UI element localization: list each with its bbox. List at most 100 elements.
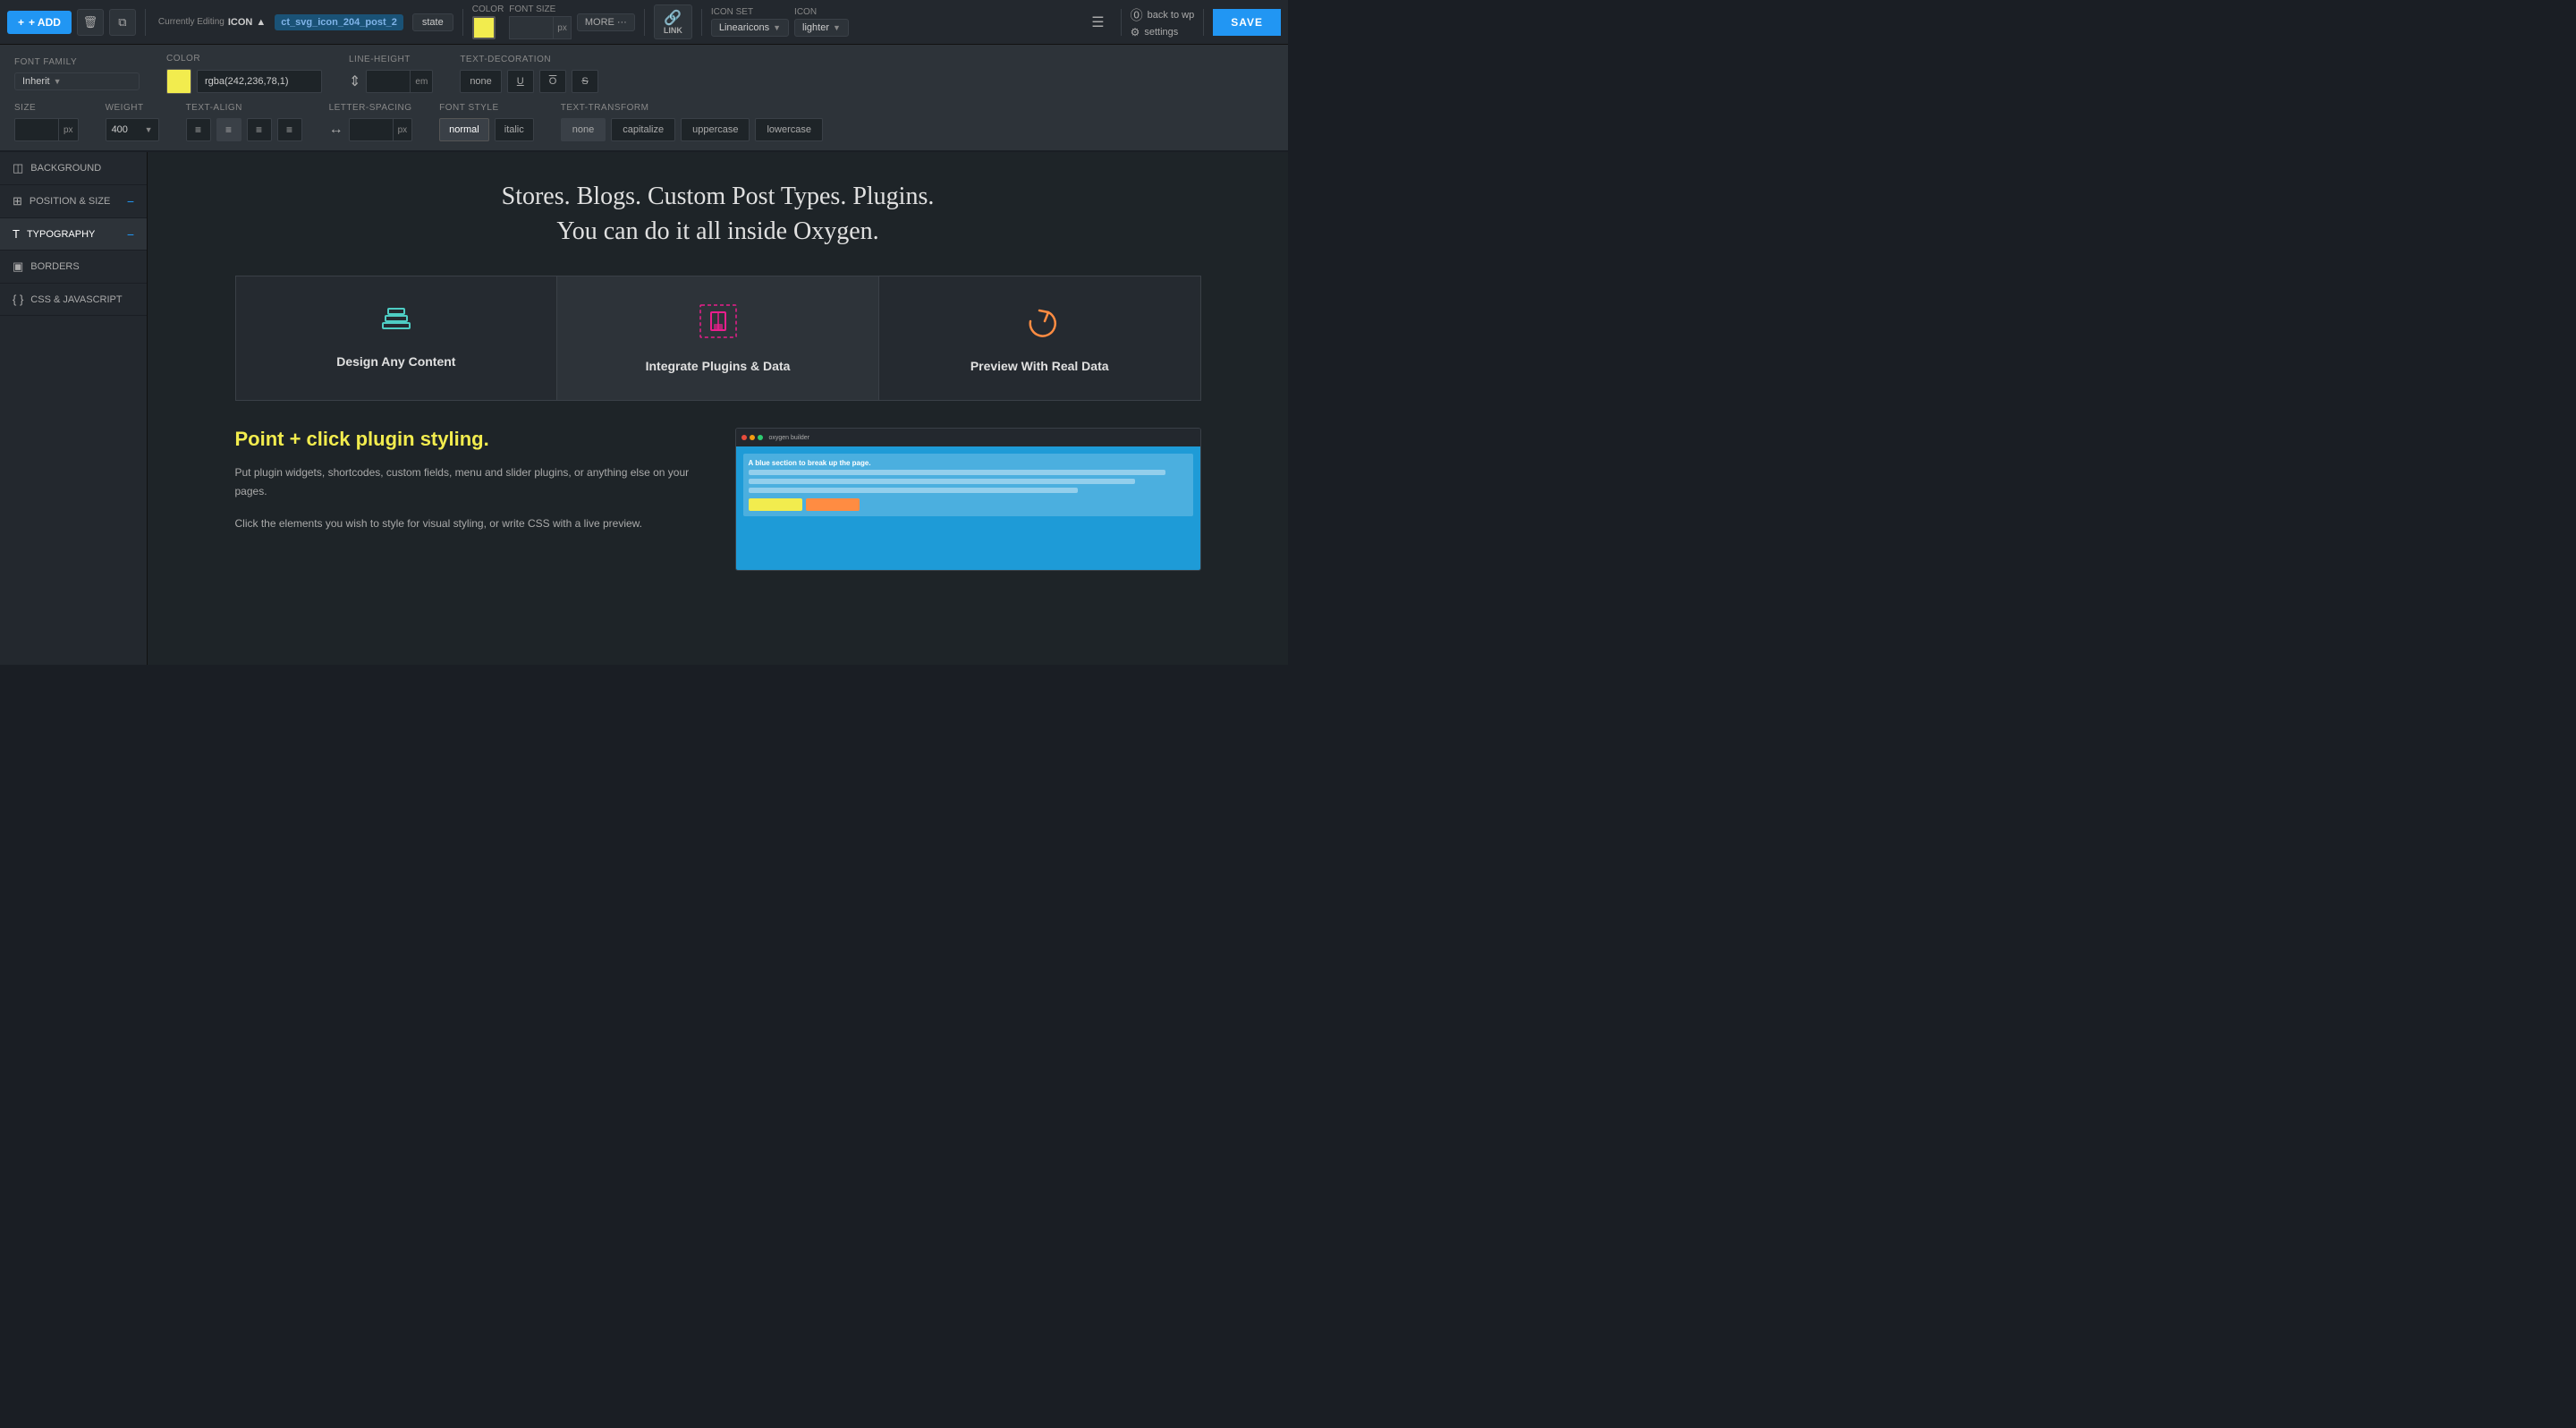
tt-lowercase-button[interactable]: lowercase bbox=[755, 118, 823, 141]
td-underline-button[interactable]: U bbox=[507, 70, 534, 93]
feature-card-1: Design Any Content bbox=[236, 276, 558, 400]
sidebar-item-typography[interactable]: T TYPOGRAPHY − bbox=[0, 218, 147, 251]
weight-dropdown[interactable]: 400 ▼ bbox=[106, 118, 159, 141]
feature-card-2: Integrate Plugins & Data bbox=[557, 276, 879, 400]
font-style-group: Font style normal italic bbox=[439, 103, 534, 141]
weight-value: 400 bbox=[112, 124, 128, 135]
sidebar-item-css-js[interactable]: { } CSS & JAVASCRIPT bbox=[0, 284, 147, 316]
sidebar-item-borders[interactable]: ▣ BORDERS bbox=[0, 251, 147, 284]
icon-label: ICON bbox=[794, 7, 849, 17]
link-button[interactable]: 🔗 LINK bbox=[654, 4, 692, 39]
delete-button[interactable]: 🗑 bbox=[77, 9, 104, 36]
line-height-icon: ⇕ bbox=[349, 72, 360, 90]
td-none-button[interactable]: none bbox=[460, 70, 501, 93]
color-box[interactable] bbox=[166, 69, 191, 94]
icon-set-dropdown[interactable]: Linearicons ▼ bbox=[711, 19, 789, 37]
align-right-button[interactable]: ≡ bbox=[247, 118, 272, 141]
hamburger-icon: ☰ bbox=[1091, 15, 1104, 30]
line-height-input[interactable] bbox=[366, 70, 411, 93]
align-justify-button[interactable]: ≡ bbox=[277, 118, 302, 141]
more-label: MORE bbox=[585, 17, 614, 28]
hamburger-button[interactable]: ☰ bbox=[1084, 10, 1111, 35]
color-value-input[interactable] bbox=[197, 70, 322, 93]
icon-set-value: Linearicons bbox=[719, 22, 769, 33]
td-overline-button[interactable]: O bbox=[539, 70, 567, 93]
fs-italic-button[interactable]: italic bbox=[495, 118, 534, 141]
sidebar-item-background[interactable]: ◫ BACKGROUND bbox=[0, 152, 147, 185]
screenshot-content: A blue section to break up the page. bbox=[736, 446, 1200, 570]
tt-none-button[interactable]: none bbox=[561, 118, 606, 141]
top-toolbar: + + ADD 🗑 ⧉ Currently Editing ICON ▲ ct_… bbox=[0, 0, 1288, 45]
font-style-label: Font style bbox=[439, 103, 534, 113]
design-icon bbox=[378, 303, 414, 342]
editing-type: ICON bbox=[228, 17, 253, 28]
wp-icon: ⓪ bbox=[1131, 6, 1143, 24]
ss-dot-yellow bbox=[750, 435, 755, 440]
align-left-button[interactable]: ≡ bbox=[186, 118, 211, 141]
canvas-area: Stores. Blogs. Custom Post Types. Plugin… bbox=[148, 152, 1288, 665]
save-button[interactable]: SAVE bbox=[1213, 9, 1281, 36]
font-family-chevron: ▼ bbox=[54, 77, 62, 86]
sidebar-item-position-size[interactable]: ⊞ POSITION & SIZE − bbox=[0, 185, 147, 218]
font-style-row: normal italic bbox=[439, 118, 534, 141]
tt-uppercase-button[interactable]: uppercase bbox=[681, 118, 750, 141]
line-height-label: Line-Height bbox=[349, 55, 433, 64]
weight-label: Weight bbox=[106, 103, 159, 113]
font-size-input[interactable] bbox=[509, 16, 554, 39]
ss-line1 bbox=[749, 470, 1165, 475]
text-transform-group: Text-Transform none capitalize uppercase… bbox=[561, 103, 823, 141]
align-center-icon: ≡ bbox=[225, 123, 232, 136]
align-right-icon: ≡ bbox=[256, 123, 262, 136]
typography-row-2: Size px Weight 400 ▼ Text-align ≡ ≡ bbox=[14, 103, 1274, 141]
position-size-icon: ⊞ bbox=[13, 194, 22, 208]
icon-dropdown[interactable]: lighter ▼ bbox=[794, 19, 849, 37]
element-id-section: ct_svg_icon_204_post_2 bbox=[275, 14, 403, 30]
size-input[interactable] bbox=[14, 118, 59, 141]
chevron-down-icon2: ▼ bbox=[833, 23, 841, 32]
back-to-wp-button[interactable]: ⓪ back to wp bbox=[1131, 6, 1195, 24]
px-unit-label: px bbox=[554, 16, 572, 39]
duplicate-button[interactable]: ⧉ bbox=[109, 9, 136, 36]
tt-uppercase-label: uppercase bbox=[692, 124, 738, 135]
tt-capitalize-button[interactable]: capitalize bbox=[611, 118, 675, 141]
link-icon: 🔗 bbox=[664, 11, 682, 26]
editing-section: Currently Editing ICON ▲ bbox=[158, 17, 266, 28]
line-height-input-wrap: em bbox=[366, 70, 433, 93]
canvas-content: Stores. Blogs. Custom Post Types. Plugin… bbox=[148, 152, 1288, 665]
letter-spacing-label: Letter-Spacing bbox=[329, 103, 413, 113]
color-section-label: COLOR bbox=[472, 4, 504, 14]
align-center-button[interactable]: ≡ bbox=[216, 118, 242, 141]
hero-text-line1: Stores. Blogs. Custom Post Types. Plugin… bbox=[502, 179, 935, 214]
add-button[interactable]: + + ADD bbox=[7, 11, 72, 34]
letter-spacing-input[interactable] bbox=[349, 118, 394, 141]
td-strikethrough-button[interactable]: S bbox=[572, 70, 597, 93]
line-height-group: Line-Height ⇕ em bbox=[349, 55, 433, 93]
fs-normal-button[interactable]: normal bbox=[439, 118, 489, 141]
letter-spacing-row: ↔ px bbox=[329, 118, 413, 141]
letter-spacing-wrap: px bbox=[349, 118, 413, 141]
integrate-icon bbox=[699, 303, 738, 346]
overline-icon: O bbox=[549, 76, 557, 87]
line-height-unit: em bbox=[411, 70, 433, 93]
font-family-dropdown[interactable]: Inherit ▼ bbox=[14, 72, 140, 90]
settings-button[interactable]: ⚙ settings bbox=[1131, 26, 1195, 38]
sidebar: ◫ BACKGROUND ⊞ POSITION & SIZE − T TYPOG… bbox=[0, 152, 148, 665]
text-decoration-label: Text-Decoration bbox=[460, 55, 597, 64]
font-size-section: FONT SIZE px bbox=[509, 4, 572, 39]
state-button[interactable]: state bbox=[412, 13, 453, 31]
fs-normal-label: normal bbox=[449, 124, 479, 135]
tt-lowercase-label: lowercase bbox=[767, 124, 811, 135]
feature3-title: Preview With Real Data bbox=[970, 359, 1109, 373]
color-swatch[interactable] bbox=[472, 16, 496, 39]
text-decoration-row: none U O S bbox=[460, 70, 597, 93]
save-label: SAVE bbox=[1231, 16, 1263, 29]
weight-chevron: ▼ bbox=[145, 125, 153, 134]
screenshot-url: oxygen builder bbox=[769, 435, 810, 441]
tt-capitalize-label: capitalize bbox=[623, 124, 664, 135]
more-button[interactable]: MORE ··· bbox=[577, 13, 635, 31]
screenshot-title: A blue section to break up the page. bbox=[749, 459, 1188, 467]
bottom-desc1: Put plugin widgets, shortcodes, custom f… bbox=[235, 463, 699, 500]
editing-arrow: ▲ bbox=[256, 17, 266, 28]
divider6 bbox=[1203, 9, 1204, 36]
fs-italic-label: italic bbox=[504, 124, 524, 135]
